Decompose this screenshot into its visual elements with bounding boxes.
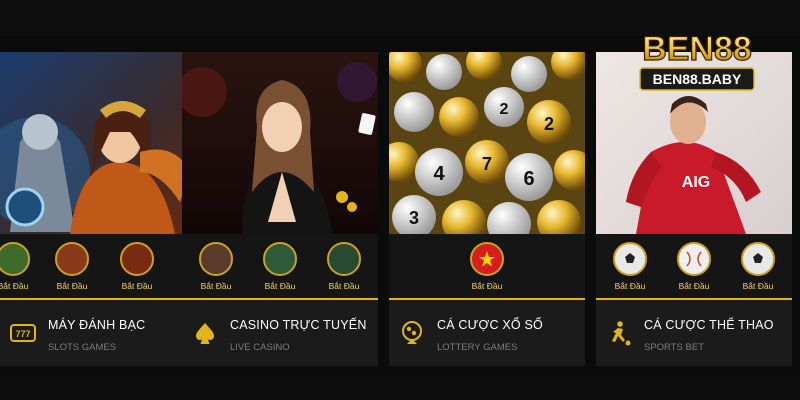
sports-game-3[interactable]: Bắt Đầu	[731, 242, 785, 291]
live-casino-info[interactable]: CASINO TRỰC TUYẾN LIVE CASINO	[182, 300, 378, 366]
sports-game-1[interactable]: Bắt Đầu	[603, 242, 657, 291]
start-button[interactable]: Bắt Đầu	[731, 281, 785, 291]
slots-game-1[interactable]: Bắt Đầu	[0, 242, 40, 291]
category-title: MÁY ĐÁNH BẠC	[48, 318, 146, 332]
slot-machine-777-icon: 777	[10, 324, 36, 342]
category-card-sports[interactable]: AIG Bắt Đầu Bắt Đầu Bắt Đầu CÁ CƯỢC THỂ …	[596, 52, 792, 366]
lottery-hero-image: 2 2 4 6 7 3	[389, 52, 585, 234]
category-card-live-casino[interactable]: Bắt Đầu Bắt Đầu Bắt Đầu CASINO TRỰC TUYẾ…	[182, 52, 378, 366]
logo-domain-text: BEN88.BABY	[653, 71, 742, 87]
live-casino-hero-image	[182, 52, 378, 234]
soccer-ball-icon	[741, 242, 775, 276]
start-button[interactable]: Bắt Đầu	[253, 281, 307, 291]
start-button[interactable]: Bắt Đầu	[45, 281, 99, 291]
slots-game-1-thumbnail	[0, 242, 30, 276]
jersey-sponsor-text: AIG	[682, 174, 710, 191]
start-button[interactable]: Bắt Đầu	[460, 281, 514, 291]
soccer-ball-icon	[613, 242, 647, 276]
category-title: CÁ CƯỢC XỔ SỐ	[437, 318, 543, 332]
ball-number: 2	[500, 101, 509, 118]
lottery-game-1[interactable]: Bắt Đầu	[460, 242, 514, 291]
ball-number: 6	[523, 168, 534, 190]
live-casino-game-3[interactable]: Bắt Đầu	[317, 242, 371, 291]
slots-game-3-thumbnail	[120, 242, 154, 276]
vietnam-flag-icon	[470, 242, 504, 276]
category-subtitle: LOTTERY GAMES	[437, 342, 518, 353]
lottery-game-strip: Bắt Đầu	[389, 234, 585, 300]
sports-game-2[interactable]: Bắt Đầu	[667, 242, 721, 291]
logo-main-text: BEN88	[642, 30, 752, 68]
slots-info[interactable]: 777 MÁY ĐÁNH BẠC SLOTS GAMES	[0, 300, 196, 366]
start-button[interactable]: Bắt Đầu	[110, 281, 164, 291]
ball-number: 4	[433, 163, 445, 185]
start-button[interactable]: Bắt Đầu	[667, 281, 721, 291]
slots-game-2[interactable]: Bắt Đầu	[45, 242, 99, 291]
ben88-logo: BEN88 BEN88.BABY	[628, 26, 766, 96]
live-casino-game-1[interactable]: Bắt Đầu	[189, 242, 243, 291]
start-button[interactable]: Bắt Đầu	[317, 281, 371, 291]
category-subtitle: LIVE CASINO	[230, 342, 290, 353]
ball-number: 2	[544, 114, 554, 134]
slots-hero-image	[0, 52, 196, 234]
lottery-globe-icon	[402, 321, 422, 344]
live-casino-game-3-thumbnail	[327, 242, 361, 276]
start-button[interactable]: Bắt Đầu	[603, 281, 657, 291]
slots-game-strip: Bắt Đầu Bắt Đầu Bắt Đầu	[0, 234, 196, 300]
live-casino-game-1-thumbnail	[199, 242, 233, 276]
category-subtitle: SLOTS GAMES	[48, 342, 117, 353]
live-casino-game-2-thumbnail	[263, 242, 297, 276]
category-card-slots[interactable]: Bắt Đầu Bắt Đầu Bắt Đầu 777 MÁY ĐÁNH BẠC…	[0, 52, 196, 366]
category-card-lottery[interactable]: 2 2 4 6 7 3 Bắt Đầu CÁ CƯỢC XỔ SỐ LOTTER…	[389, 52, 585, 366]
start-button[interactable]: Bắt Đầu	[0, 281, 40, 291]
ball-number: 7	[482, 154, 492, 174]
slots-game-2-thumbnail	[55, 242, 89, 276]
start-button[interactable]: Bắt Đầu	[189, 281, 243, 291]
svg-text:777: 777	[15, 329, 30, 339]
category-title: CÁ CƯỢC THỂ THAO	[644, 318, 774, 332]
sports-info[interactable]: CÁ CƯỢC THỂ THAO SPORTS BET	[596, 300, 792, 366]
lottery-info[interactable]: CÁ CƯỢC XỔ SỐ LOTTERY GAMES	[389, 300, 585, 366]
category-title: CASINO TRỰC TUYẾN	[230, 318, 367, 332]
category-subtitle: SPORTS BET	[644, 342, 705, 353]
ball-number: 3	[409, 208, 419, 228]
baseball-icon	[677, 242, 711, 276]
slots-game-3[interactable]: Bắt Đầu	[110, 242, 164, 291]
sports-game-strip: Bắt Đầu Bắt Đầu Bắt Đầu	[596, 234, 792, 300]
live-casino-game-2[interactable]: Bắt Đầu	[253, 242, 307, 291]
spade-chip-icon	[196, 323, 214, 344]
live-casino-game-strip: Bắt Đầu Bắt Đầu Bắt Đầu	[182, 234, 378, 300]
soccer-player-icon	[612, 321, 631, 346]
bottom-bar	[0, 376, 800, 400]
